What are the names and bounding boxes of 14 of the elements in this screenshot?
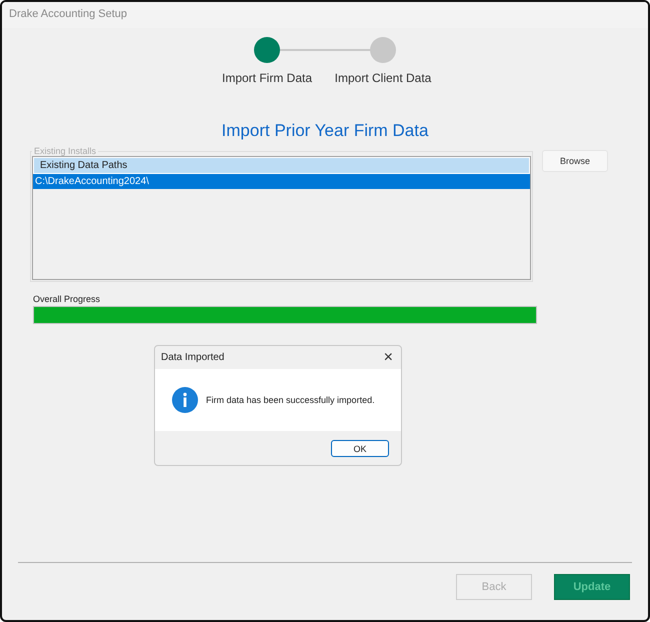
- progress-label: Overall Progress: [33, 294, 102, 304]
- column-header: Existing Data Paths: [33, 157, 530, 174]
- step-label: Import Client Data: [334, 71, 432, 85]
- data-path-row[interactable]: C:\DrakeAccounting2024\: [33, 174, 530, 189]
- window-title: Drake Accounting Setup: [9, 8, 128, 20]
- dialog-title: Data Imported: [161, 352, 224, 363]
- group-legend: Existing Installs: [32, 146, 98, 156]
- dialog-message: Firm data has been successfully imported.: [206, 395, 375, 405]
- info-icon: [172, 387, 198, 413]
- close-button[interactable]: ×: [382, 350, 395, 366]
- page-heading: Import Prior Year Firm Data: [220, 121, 430, 141]
- browse-button[interactable]: Browse: [542, 150, 608, 172]
- step-label: Import Firm Data: [222, 71, 312, 85]
- ok-button[interactable]: OK: [331, 440, 389, 457]
